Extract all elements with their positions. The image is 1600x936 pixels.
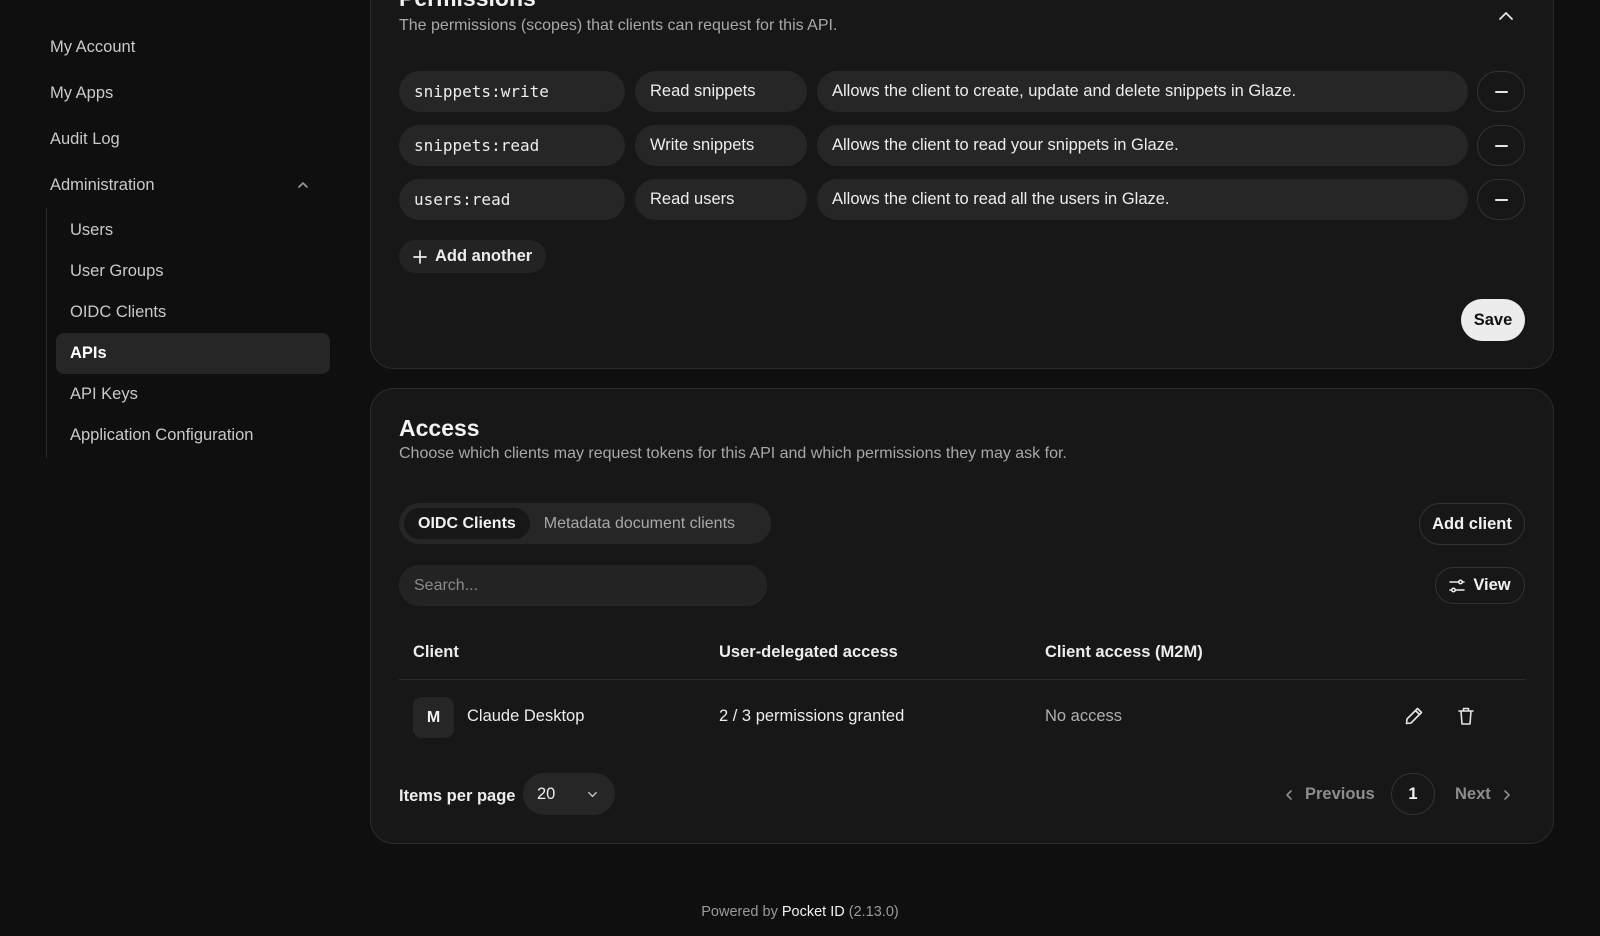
column-header-client[interactable]: Client [413, 643, 459, 662]
permission-name-input[interactable]: Read snippets [635, 71, 807, 112]
access-title: Access [399, 415, 480, 441]
sidebar-submenu: Users User Groups OIDC Clients APIs API … [46, 208, 330, 458]
add-another-label: Add another [435, 247, 533, 265]
remove-permission-button[interactable] [1477, 179, 1525, 220]
sidebar-item-users[interactable]: Users [56, 210, 330, 251]
scope-input[interactable]: snippets:read [399, 125, 625, 166]
sidebar-nav: My Account My Apps Audit Log Administrat… [40, 24, 330, 458]
remove-permission-button[interactable] [1477, 125, 1525, 166]
sidebar-item-application-configuration[interactable]: Application Configuration [56, 415, 330, 456]
permission-name-input[interactable]: Write snippets [635, 125, 807, 166]
delegated-access-value: 2 / 3 permissions granted [719, 707, 905, 725]
sidebar-item-my-apps[interactable]: My Apps [40, 70, 330, 116]
avatar: M [413, 697, 454, 738]
view-options-button[interactable]: View [1435, 567, 1525, 604]
permissions-description: The permissions (scopes) that clients ca… [399, 17, 838, 34]
client-name: Claude Desktop [467, 707, 585, 725]
permission-description-input[interactable]: Allows the client to read all the users … [817, 179, 1468, 220]
trash-icon[interactable] [1455, 705, 1477, 727]
items-per-page-value: 20 [537, 784, 556, 803]
pocket-id-link[interactable]: Pocket ID [782, 904, 845, 920]
sidebar-item-my-account[interactable]: My Account [40, 24, 330, 70]
sliders-icon [1449, 578, 1466, 593]
collapse-chevron-icon[interactable] [1495, 5, 1517, 27]
chevron-right-icon [1503, 789, 1510, 800]
minus-icon [1494, 144, 1508, 147]
sidebar-item-api-keys[interactable]: API Keys [56, 374, 330, 415]
sidebar-item-user-groups[interactable]: User Groups [56, 251, 330, 292]
client-type-tabs: OIDC Clients Metadata document clients [399, 503, 771, 544]
permission-description-input[interactable]: Allows the client to create, update and … [817, 71, 1468, 112]
add-another-button[interactable]: Add another [399, 240, 547, 273]
tab-oidc-clients[interactable]: OIDC Clients [404, 508, 530, 539]
edit-pencil-icon[interactable] [1403, 705, 1425, 727]
chevron-left-icon [1286, 789, 1292, 800]
column-header-user-delegated[interactable]: User-delegated access [719, 643, 898, 662]
scope-input[interactable]: users:read [399, 179, 625, 220]
view-label: View [1473, 576, 1511, 594]
table-row: M Claude Desktop 2 / 3 permissions grant… [399, 681, 1525, 751]
add-client-button[interactable]: Add client [1419, 503, 1525, 545]
pagination-next[interactable]: Next [1455, 785, 1513, 804]
column-header-client-access[interactable]: Client access (M2M) [1045, 643, 1203, 662]
sidebar-item-audit-log[interactable]: Audit Log [40, 116, 330, 162]
next-label: Next [1455, 785, 1491, 803]
plus-icon [413, 249, 427, 264]
chevron-up-icon [298, 182, 308, 188]
permissions-title: Permissions [399, 0, 536, 12]
page: My Account My Apps Audit Log Administrat… [0, 0, 1600, 936]
minus-icon [1494, 90, 1508, 93]
chevron-down-icon [588, 791, 597, 797]
search-input[interactable] [399, 565, 767, 606]
scope-input[interactable]: snippets:write [399, 71, 625, 112]
save-button[interactable]: Save [1461, 299, 1525, 341]
sidebar-item-apis[interactable]: APIs [56, 333, 330, 374]
pagination-page-1[interactable]: 1 [1391, 773, 1435, 815]
table-header-divider [399, 679, 1525, 680]
access-description: Choose which clients may request tokens … [399, 445, 1067, 462]
footer-prefix: Powered by [701, 904, 778, 920]
footer: Powered by Pocket ID (2.13.0) [0, 904, 1600, 920]
sidebar-item-oidc-clients[interactable]: OIDC Clients [56, 292, 330, 333]
sidebar-group-administration[interactable]: Administration [40, 162, 330, 208]
footer-version: (2.13.0) [848, 904, 899, 920]
permissions-card: Permissions The permissions (scopes) tha… [370, 0, 1554, 369]
items-per-page-select[interactable]: 20 [523, 773, 615, 815]
m2m-access-value: No access [1045, 707, 1123, 725]
permission-name-input[interactable]: Read users [635, 179, 807, 220]
remove-permission-button[interactable] [1477, 71, 1525, 112]
permission-description-input[interactable]: Allows the client to read your snippets … [817, 125, 1468, 166]
sidebar-group-label: Administration [50, 175, 155, 194]
access-card: Access Choose which clients may request … [370, 388, 1554, 844]
tab-metadata-document-clients[interactable]: Metadata document clients [530, 508, 749, 539]
previous-label: Previous [1305, 785, 1375, 803]
items-per-page-label: Items per page [399, 787, 516, 805]
minus-icon [1494, 198, 1508, 201]
pagination-previous[interactable]: Previous [1283, 785, 1375, 804]
